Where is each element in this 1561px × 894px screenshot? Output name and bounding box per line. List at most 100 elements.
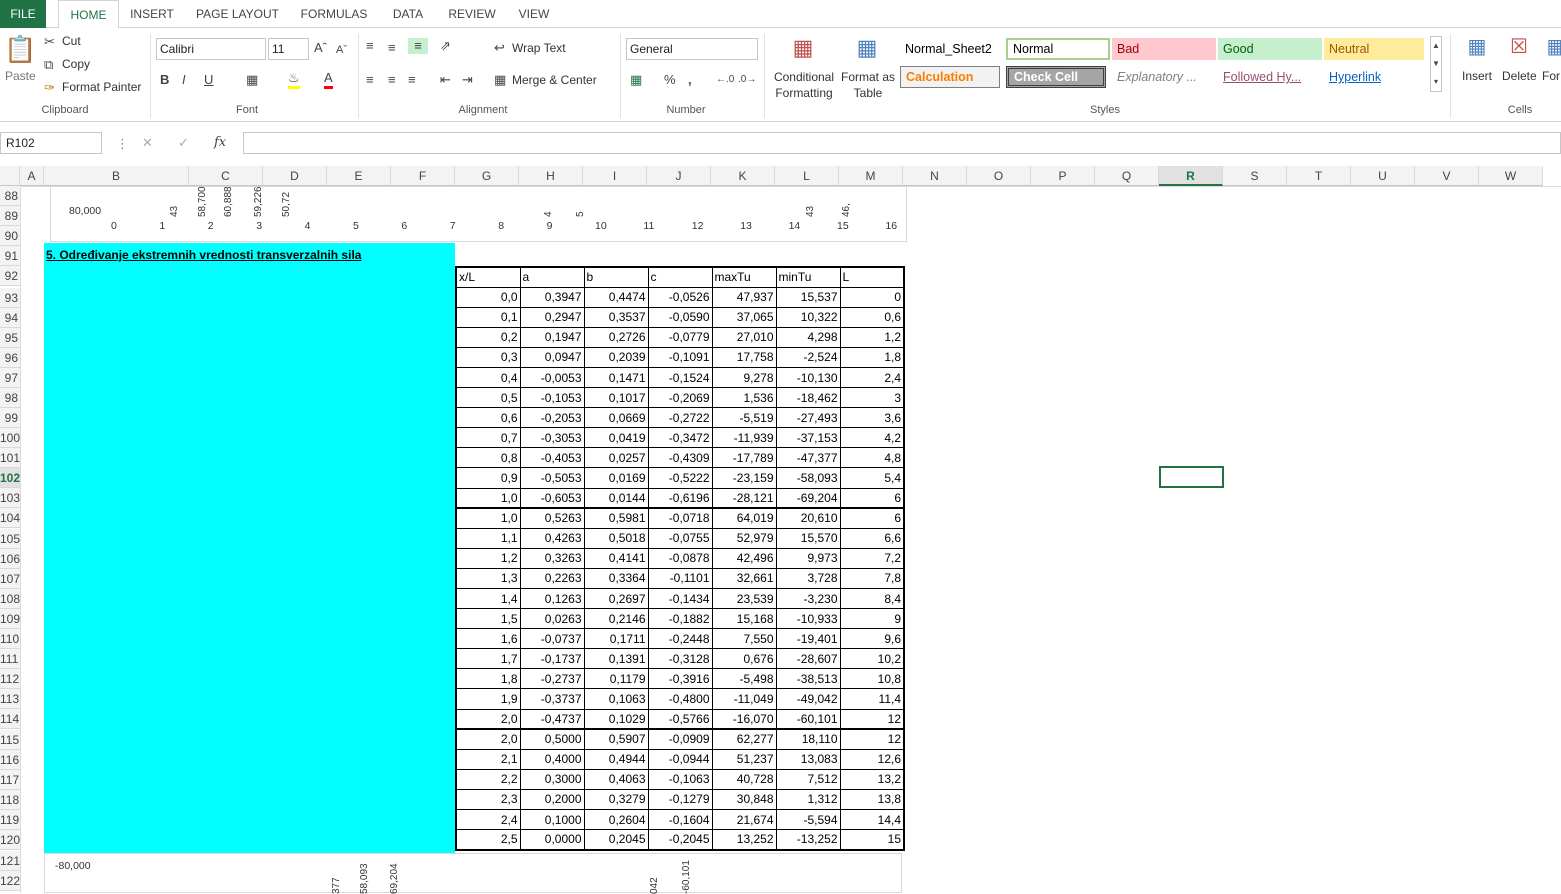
paste-icon[interactable]: 📋 xyxy=(4,34,36,66)
table-cell[interactable]: -0,2448 xyxy=(647,628,713,650)
style-neutral[interactable]: Neutral xyxy=(1324,38,1424,60)
table-cell[interactable]: 0,1391 xyxy=(583,648,649,670)
table-cell[interactable]: 0,2146 xyxy=(583,608,649,630)
underline-button[interactable]: U xyxy=(204,72,213,88)
table-cell[interactable]: 12 xyxy=(839,728,905,750)
table-cell[interactable]: 0,3000 xyxy=(519,768,585,790)
table-cell[interactable]: 0,4 xyxy=(455,366,521,389)
table-cell[interactable]: 0,0257 xyxy=(583,447,649,469)
table-cell[interactable]: -0,5053 xyxy=(519,467,585,489)
table-cell[interactable]: -0,0878 xyxy=(647,547,713,569)
table-cell[interactable]: 0,1029 xyxy=(583,708,649,730)
comma-button[interactable]: , xyxy=(688,72,692,88)
font-size-select[interactable]: 11 xyxy=(268,38,309,60)
format-painter-button[interactable]: Format Painter xyxy=(62,80,141,94)
row-header-114[interactable]: 114 xyxy=(0,709,20,729)
table-cell[interactable]: -0,1053 xyxy=(519,387,585,409)
table-cell[interactable]: 0,3263 xyxy=(519,547,585,569)
table-cell[interactable]: 13,252 xyxy=(711,829,777,851)
table-cell[interactable]: 9 xyxy=(839,608,905,630)
table-cell[interactable]: 2,0 xyxy=(455,728,521,750)
table-cell[interactable]: -11,939 xyxy=(711,427,777,449)
increase-decimal-icon[interactable]: ←.0 xyxy=(716,72,734,88)
increase-indent-icon[interactable]: ⇥ xyxy=(462,72,473,88)
table-cell[interactable]: -69,204 xyxy=(775,487,841,509)
style-normal[interactable]: Normal xyxy=(1006,38,1110,60)
table-cell[interactable]: 0,0263 xyxy=(519,608,585,630)
table-cell[interactable]: 2,2 xyxy=(455,768,521,790)
table-cell[interactable]: 0,2039 xyxy=(583,346,649,368)
table-cell[interactable]: 0,2000 xyxy=(519,788,585,811)
row-header-110[interactable]: 110 xyxy=(0,629,20,649)
row-header-111[interactable]: 111 xyxy=(0,649,20,669)
table-cell[interactable]: -0,5766 xyxy=(647,708,713,730)
table-cell[interactable]: 62,277 xyxy=(711,728,777,750)
table-cell[interactable]: 0,5000 xyxy=(519,728,585,750)
row-header-100[interactable]: 100 xyxy=(0,428,20,448)
row-header-113[interactable]: 113 xyxy=(0,689,20,709)
row-header-97[interactable]: 97 xyxy=(0,368,20,388)
table-cell[interactable]: -28,607 xyxy=(775,648,841,670)
table-cell[interactable]: -0,1737 xyxy=(519,648,585,670)
table-cell[interactable]: 2,5 xyxy=(455,829,521,851)
table-cell[interactable]: 0,5981 xyxy=(583,507,649,529)
row-header-106[interactable]: 106 xyxy=(0,549,20,569)
table-cell[interactable]: -0,4737 xyxy=(519,708,585,730)
table-cell[interactable]: 6 xyxy=(839,507,905,529)
table-cell[interactable]: 0,1 xyxy=(455,306,521,328)
table-cell[interactable]: 4,2 xyxy=(839,427,905,449)
column-header-o[interactable]: O xyxy=(967,166,1031,186)
styles-scroll-icon[interactable]: ▲ ▼ ▾ xyxy=(1430,36,1442,92)
table-cell[interactable]: -0,0944 xyxy=(647,748,713,770)
table-cell[interactable]: -0,2053 xyxy=(519,407,585,429)
table-cell[interactable]: 32,661 xyxy=(711,567,777,590)
chart-bottom[interactable]: -80,000 377 58,093 69,204 042 -60,101 xyxy=(44,853,902,894)
table-cell[interactable]: -0,0590 xyxy=(647,306,713,328)
table-cell[interactable]: -10,933 xyxy=(775,608,841,630)
table-cell[interactable]: 0,0669 xyxy=(583,407,649,429)
table-cell[interactable]: 7,512 xyxy=(775,768,841,790)
column-header-i[interactable]: I xyxy=(583,166,647,186)
table-cell[interactable]: -13,252 xyxy=(775,829,841,851)
table-cell[interactable]: -0,5222 xyxy=(647,467,713,489)
row-header-98[interactable]: 98 xyxy=(0,388,20,408)
table-cell[interactable]: 8,4 xyxy=(839,587,905,610)
table-cell[interactable]: 1,7 xyxy=(455,648,521,670)
table-cell[interactable]: 0,1263 xyxy=(519,587,585,610)
table-cell[interactable]: 0,4944 xyxy=(583,748,649,770)
table-cell[interactable]: -0,3737 xyxy=(519,688,585,710)
table-cell[interactable]: 0,0419 xyxy=(583,427,649,449)
table-cell[interactable]: -0,1279 xyxy=(647,788,713,811)
row-header-121[interactable]: 121 xyxy=(0,851,20,871)
table-cell[interactable]: -3,230 xyxy=(775,587,841,610)
table-cell[interactable]: 0,0144 xyxy=(583,487,649,509)
table-cell[interactable]: 1,2 xyxy=(839,326,905,348)
borders-icon[interactable]: ▦ xyxy=(246,72,258,88)
style-good[interactable]: Good xyxy=(1218,38,1322,60)
table-cell[interactable]: 0,4000 xyxy=(519,748,585,770)
table-cell[interactable]: -16,070 xyxy=(711,708,777,730)
table-cell[interactable]: 15,570 xyxy=(775,527,841,549)
tab-data[interactable]: DATA xyxy=(384,0,432,28)
table-cell[interactable]: -0,0737 xyxy=(519,628,585,650)
table-cell[interactable]: 64,019 xyxy=(711,507,777,529)
column-header-e[interactable]: E xyxy=(327,166,391,186)
table-cell[interactable]: 0,4141 xyxy=(583,547,649,569)
row-header-115[interactable]: 115 xyxy=(0,730,20,750)
table-cell[interactable]: -5,519 xyxy=(711,407,777,429)
table-cell[interactable]: 0,5018 xyxy=(583,527,649,549)
row-header-104[interactable]: 104 xyxy=(0,508,20,528)
row-header-105[interactable]: 105 xyxy=(0,529,20,549)
table-cell[interactable]: 0,0 xyxy=(455,286,521,308)
table-cell[interactable]: -0,3053 xyxy=(519,427,585,449)
tab-view[interactable]: VIEW xyxy=(512,0,556,28)
style-check-cell[interactable]: Check Cell xyxy=(1006,66,1106,88)
table-cell[interactable]: 1,0 xyxy=(455,487,521,509)
table-cell[interactable]: 15 xyxy=(839,829,905,851)
table-cell[interactable]: 0,676 xyxy=(711,648,777,670)
italic-button[interactable]: I xyxy=(182,72,186,88)
column-header-f[interactable]: F xyxy=(391,166,455,186)
table-cell[interactable]: 0,4474 xyxy=(583,286,649,308)
fill-color-icon[interactable]: ♨ xyxy=(288,70,300,89)
tab-review[interactable]: REVIEW xyxy=(442,0,502,28)
